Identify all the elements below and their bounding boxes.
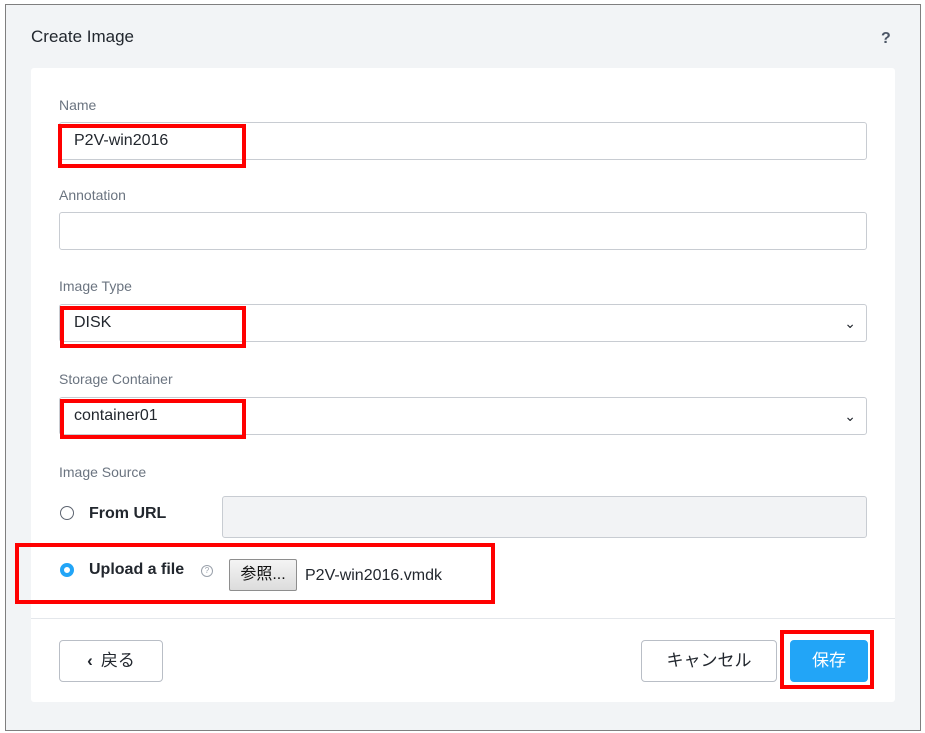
help-icon[interactable]: ? [881, 30, 891, 48]
selected-file-name: P2V-win2016.vmdk [305, 567, 442, 584]
url-input[interactable] [222, 496, 867, 538]
storage-container-value: container01 [74, 407, 158, 424]
image-type-select[interactable]: DISK ⌄ [59, 304, 867, 342]
storage-container-label: Storage Container [59, 371, 173, 387]
dialog-title: Create Image [31, 27, 134, 46]
browse-button[interactable]: 参照... [229, 559, 297, 591]
save-button[interactable]: 保存 [790, 640, 868, 682]
info-icon[interactable]: ? [201, 565, 213, 577]
name-label: Name [59, 97, 97, 113]
image-source-label: Image Source [59, 464, 147, 480]
image-type-value: DISK [74, 314, 112, 331]
name-input[interactable]: P2V-win2016 [59, 122, 867, 160]
annotation-input[interactable] [59, 212, 867, 250]
name-input-value: P2V-win2016 [74, 132, 169, 149]
chevron-down-icon: ⌄ [844, 408, 856, 424]
chevron-left-icon: ‹ [87, 651, 93, 670]
from-url-label[interactable]: From URL [89, 505, 166, 523]
cancel-button[interactable]: キャンセル [641, 640, 777, 682]
back-button-label: 戻る [100, 651, 135, 670]
annotation-label: Annotation [59, 187, 126, 203]
upload-file-radio[interactable] [60, 563, 74, 577]
upload-file-label[interactable]: Upload a file [89, 561, 184, 579]
footer-divider [31, 618, 895, 619]
chevron-down-icon: ⌄ [844, 315, 856, 331]
storage-container-select[interactable]: container01 ⌄ [59, 397, 867, 435]
from-url-radio[interactable] [60, 506, 74, 520]
back-button[interactable]: ‹ 戻る [59, 640, 163, 682]
image-type-label: Image Type [59, 278, 132, 294]
